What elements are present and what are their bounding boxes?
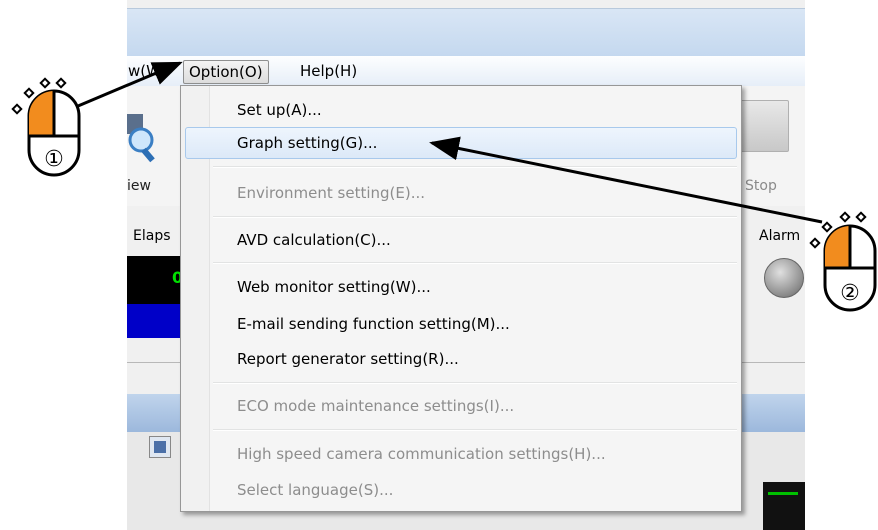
step1-number: ① (44, 147, 64, 172)
right-display-trace (768, 492, 798, 495)
option-dropdown-menu: Set up(A)... Graph setting(G)... Environ… (180, 85, 742, 512)
menu-item-graph-setting[interactable]: Graph setting(G)... (237, 129, 377, 157)
menu-item-eco-mode-maintenance[interactable]: ECO mode maintenance settings(I)... (237, 392, 514, 420)
step2-number: ② (840, 281, 860, 306)
menu-bar: w(W) Option(O) Help(H) (127, 56, 805, 87)
status-bar-blue (127, 304, 183, 338)
menu-separator (213, 216, 737, 218)
right-display (763, 482, 805, 530)
menu-item-email-sending-setting[interactable]: E-mail sending function setting(M)... (237, 310, 510, 338)
menu-separator (213, 166, 737, 168)
menu-separator (213, 382, 737, 384)
alarm-label: Alarm (759, 228, 801, 244)
menu-item-report-generator-setting[interactable]: Report generator setting(R)... (237, 345, 459, 373)
view-button-label[interactable]: iew (127, 178, 151, 194)
menu-help[interactable]: Help(H) (295, 60, 362, 82)
alarm-lamp-icon (764, 258, 804, 298)
stop-button-label[interactable]: Stop (745, 178, 777, 194)
menu-option[interactable]: Option(O) (183, 60, 269, 84)
graph-icon (154, 441, 166, 453)
menu-item-avd-calculation[interactable]: AVD calculation(C)... (237, 226, 391, 254)
menu-item-select-language[interactable]: Select language(S)... (237, 476, 393, 504)
graph-view-button[interactable] (149, 436, 171, 458)
elapsed-label: Elaps (133, 228, 171, 244)
mouse-click-icon-step1: ① (11, 77, 81, 177)
menu-separator (213, 429, 737, 431)
menu-item-set-up[interactable]: Set up(A)... (237, 96, 322, 124)
mouse-click-icon-step2: ② (809, 211, 877, 312)
menu-view[interactable]: w(W) (127, 60, 172, 82)
title-bar (127, 8, 805, 57)
menu-item-environment-setting[interactable]: Environment setting(E)... (237, 179, 425, 207)
stop-button-icon[interactable] (739, 100, 789, 152)
menu-item-high-speed-camera[interactable]: High speed camera communication settings… (237, 440, 606, 468)
menu-item-web-monitor-setting[interactable]: Web monitor setting(W)... (237, 273, 431, 301)
menu-separator (213, 262, 737, 264)
view-magnifier-icon[interactable] (127, 100, 155, 170)
